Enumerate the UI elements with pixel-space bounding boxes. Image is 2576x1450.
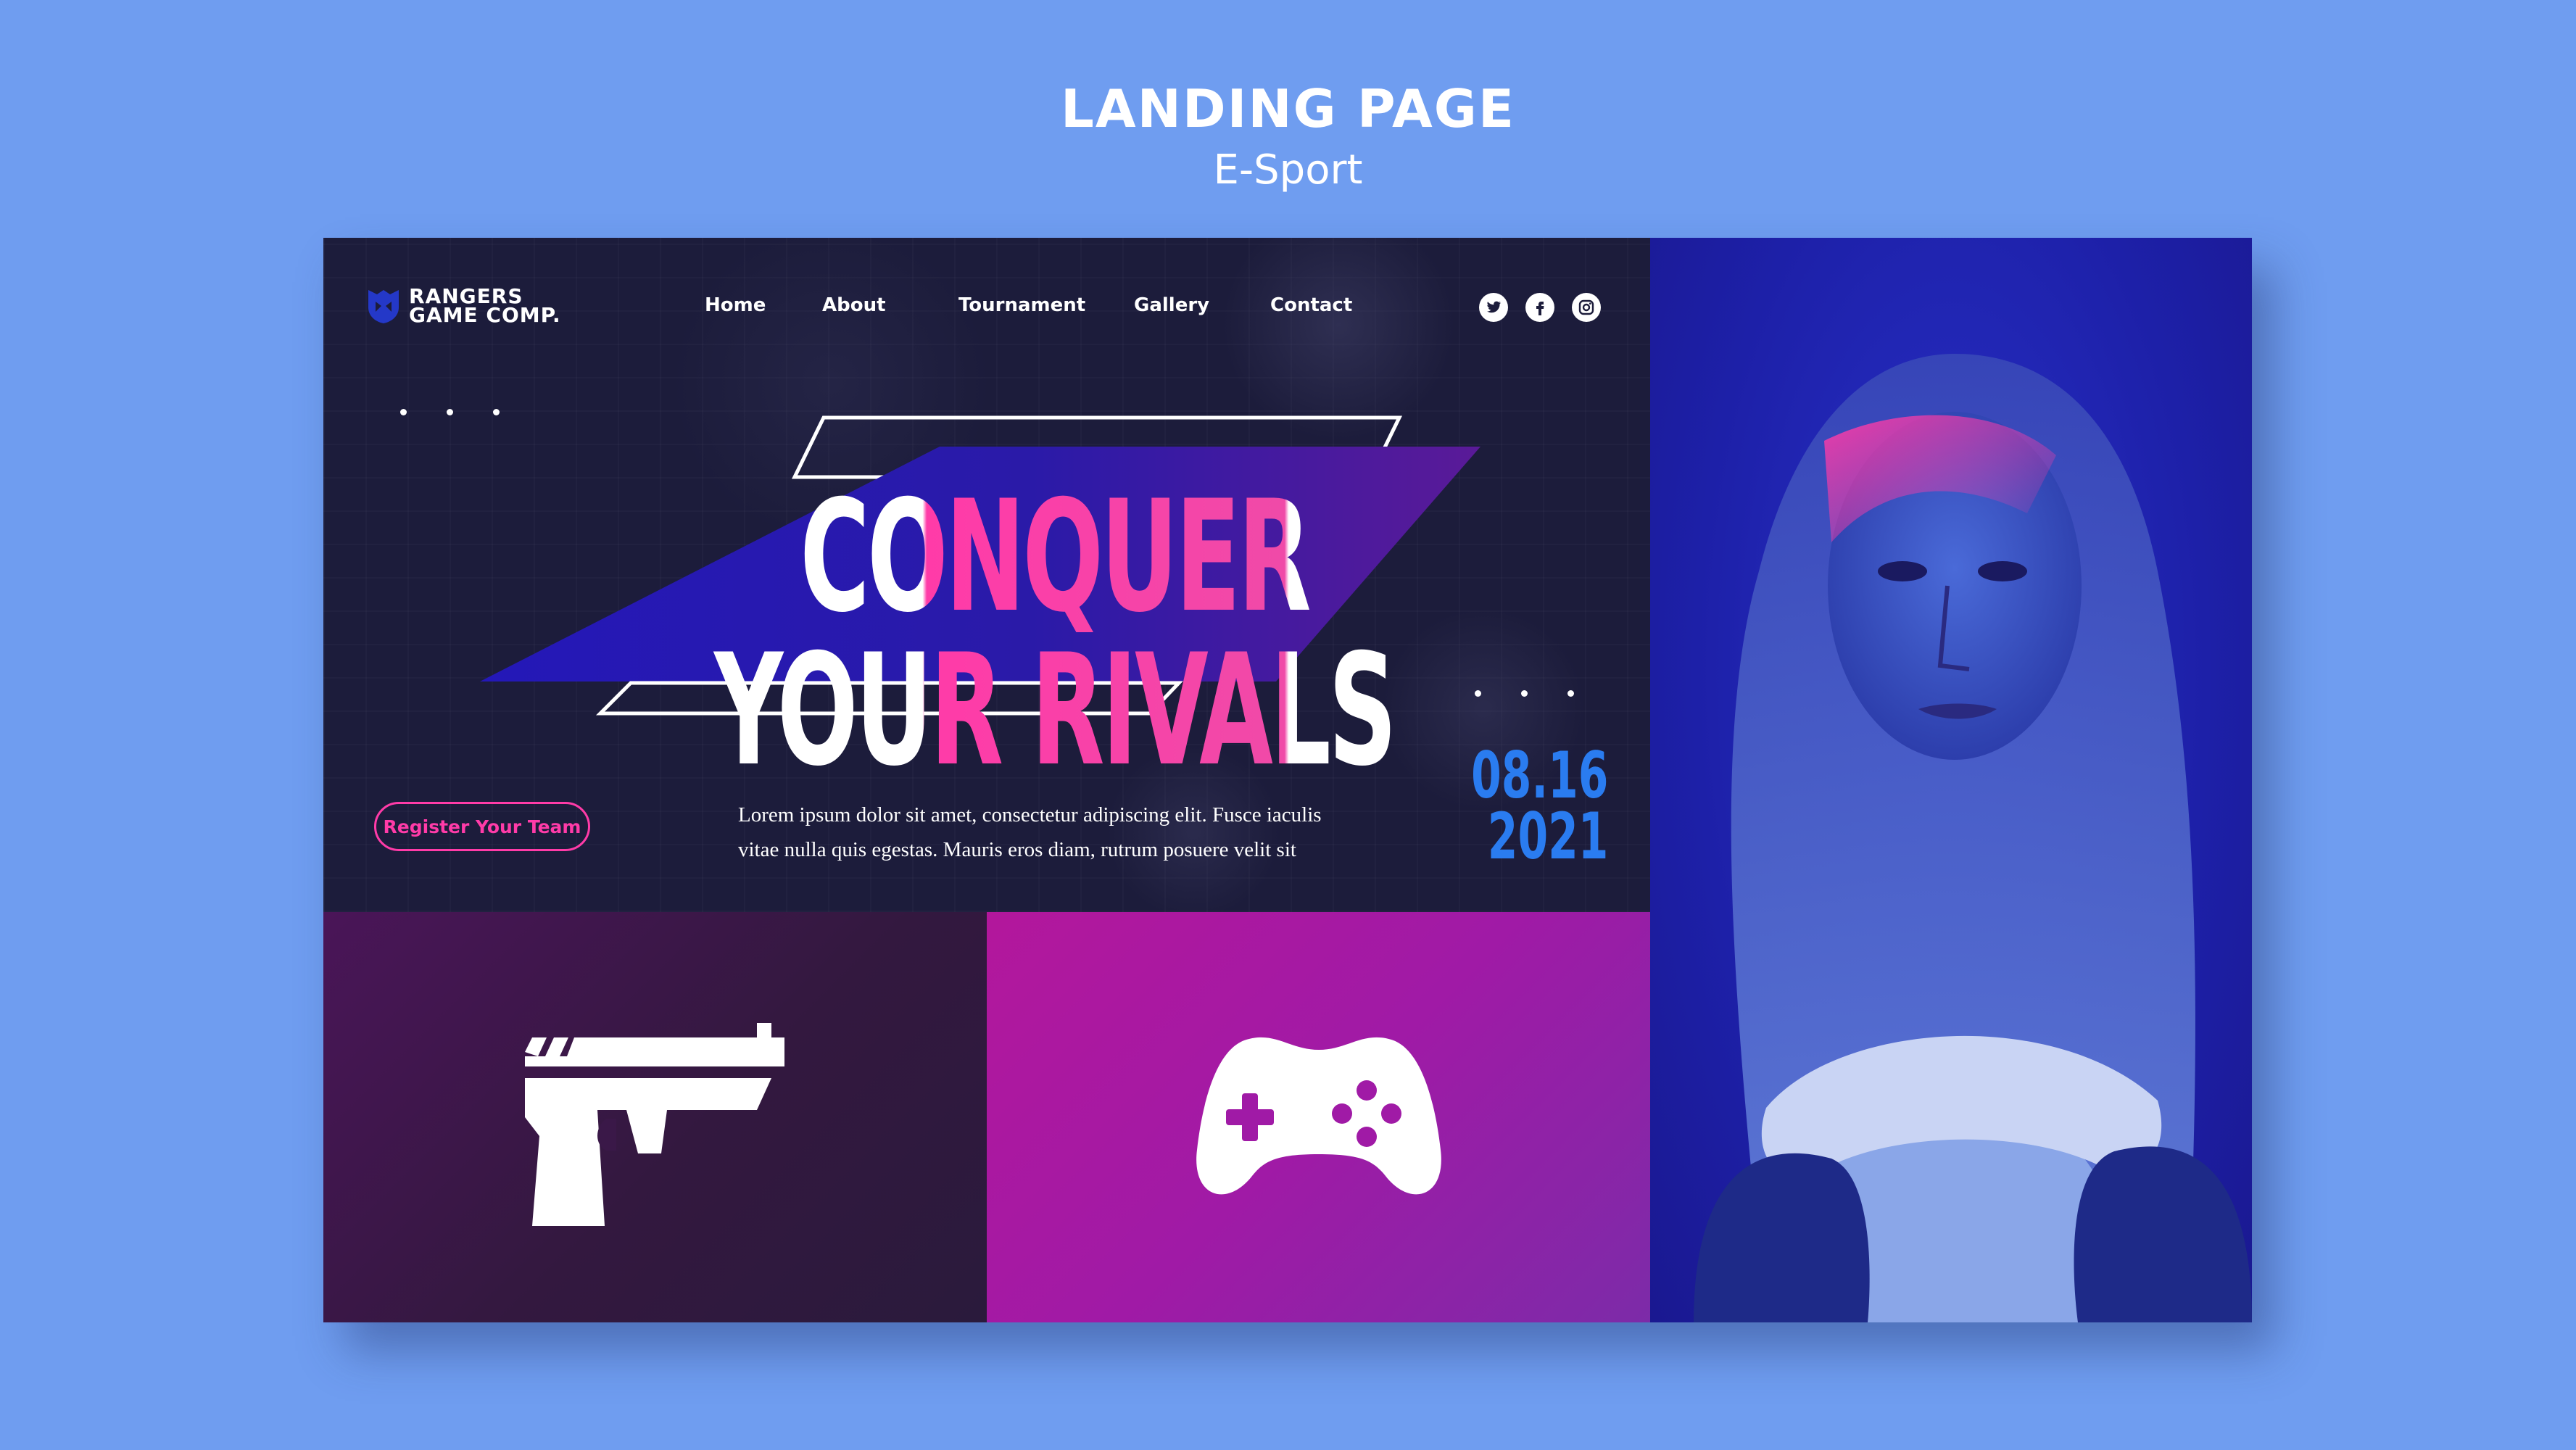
tile-controller[interactable] (987, 912, 1650, 1322)
landing-page-mockup: RANGERS GAME COMP. Home About Tournament… (323, 238, 2252, 1322)
register-team-button[interactable]: Register Your Team (374, 802, 590, 851)
page-header-title: LANDING PAGE (1061, 78, 1515, 139)
hero-description: Lorem ipsum dolor sit amet, consectetur … (738, 798, 1376, 867)
tile-weapon[interactable] (323, 912, 987, 1322)
page-header-subtitle: E-Sport (1213, 146, 1363, 194)
event-date: 08.16 2021 (1470, 738, 1608, 874)
hero-description-line1: Lorem ipsum dolor sit amet, consectetur … (738, 803, 1322, 826)
woman-with-controller-photo (1694, 354, 2252, 1322)
hero-photo (1650, 238, 2252, 1322)
event-date-day: 08.16 (1470, 738, 1608, 813)
hero-section: RANGERS GAME COMP. Home About Tournament… (323, 238, 1650, 912)
gamepad-icon (1196, 1037, 1441, 1195)
event-date-year: 2021 (1487, 799, 1608, 874)
hero-description-line2: vitae nulla quis egestas. Mauris eros di… (738, 838, 1296, 861)
pistol-icon (524, 1023, 784, 1226)
hero-headline: CONQUER YOUR RIVALS (643, 480, 1466, 787)
